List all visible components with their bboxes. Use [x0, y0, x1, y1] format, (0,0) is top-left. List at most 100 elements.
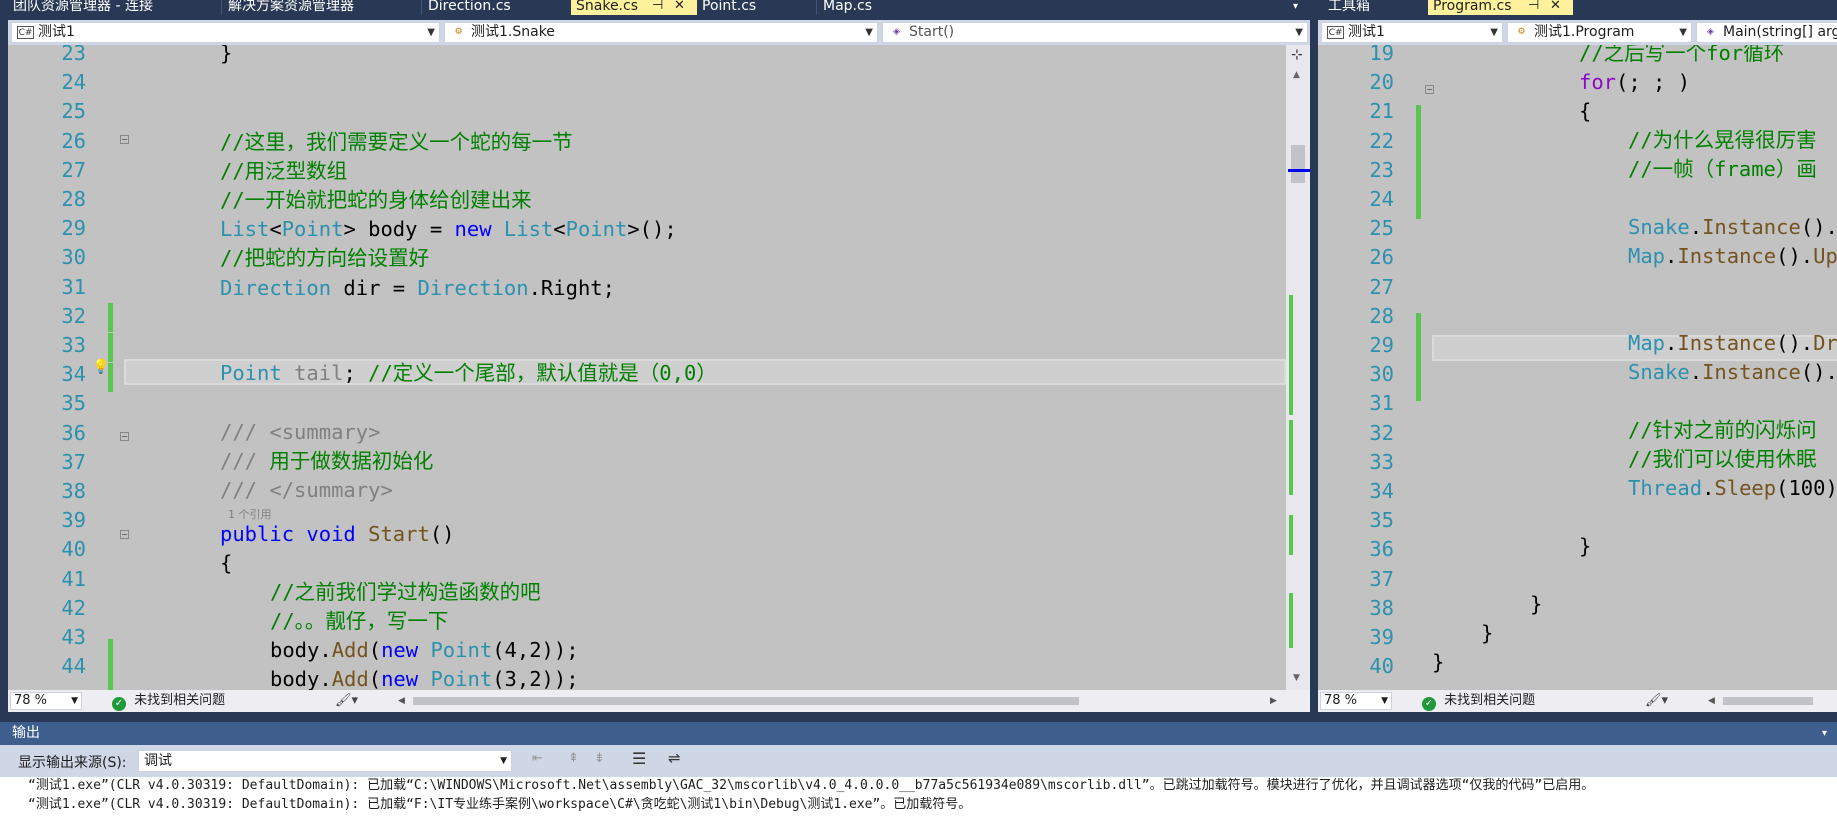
- line-number: 25: [61, 99, 86, 124]
- line-number: 36: [1369, 537, 1394, 562]
- code-line: Snake.Instance().: [1628, 360, 1837, 384]
- issues-text: 未找到相关问题: [134, 693, 226, 708]
- line-number: 22: [1369, 128, 1394, 153]
- member-dropdown[interactable]: ◈ Main(string[] arg: [1696, 22, 1837, 43]
- collapse-icon[interactable]: −: [1425, 85, 1434, 94]
- tab-point-cs[interactable]: Point.cs: [697, 0, 815, 15]
- member-dropdown-value: Start(): [909, 24, 955, 40]
- project-dropdown-value: 测试1: [1348, 24, 1385, 40]
- vertical-scrollbar[interactable]: ⊹ ▲ ▼: [1286, 45, 1310, 690]
- tab-overflow-icon[interactable]: ▾: [1293, 0, 1298, 13]
- pin-icon[interactable]: ⊣: [1528, 0, 1539, 12]
- line-number: 30: [1369, 362, 1394, 387]
- no-issues-indicator[interactable]: ✓ 未找到相关问题: [1422, 690, 1535, 712]
- project-dropdown[interactable]: C# 测试1 ▼: [1321, 22, 1503, 43]
- right-navigation-bar: C# 测试1 ▼ ⚙ 测试1.Program ▼ ◈ Main(string[]…: [1318, 20, 1837, 45]
- code-line: Snake.Instance().: [1628, 215, 1837, 239]
- line-number: 32: [1369, 420, 1394, 445]
- output-text-area[interactable]: “测试1.exe”(CLR v4.0.30319: DefaultDomain)…: [0, 777, 1837, 817]
- horizontal-scroll-left-icon[interactable]: ◀: [398, 690, 405, 712]
- class-icon: ⚙: [454, 27, 463, 37]
- scroll-thumb[interactable]: [1291, 145, 1305, 183]
- right-code-editor[interactable]: 19 20 21 22 23 24 25 26 27 28 29 30 31 32 33 34 35 36 37 38…: [1318, 45, 1837, 690]
- tab-team-explorer[interactable]: 团队资源管理器 - 连接: [8, 0, 218, 15]
- scroll-down-icon[interactable]: ▼: [1293, 673, 1300, 683]
- split-editor-icon[interactable]: ⊹: [1291, 47, 1303, 63]
- code-line: //用泛型数组: [220, 159, 348, 183]
- line-number: 33: [1369, 449, 1394, 474]
- code-line: //针对之前的闪烁问: [1628, 418, 1817, 442]
- tab-map-cs[interactable]: Map.cs: [818, 0, 918, 15]
- brush-icon[interactable]: 🖌▾: [1645, 690, 1668, 712]
- find-message-icon[interactable]: ⇤: [532, 751, 554, 771]
- zoom-value: 78 %: [1324, 693, 1358, 708]
- class-dropdown[interactable]: ⚙ 测试1.Program ▼: [1507, 22, 1692, 43]
- chevron-down-icon: ▼: [1381, 696, 1388, 706]
- code-line: body.Add(new Point(3,2));: [270, 667, 579, 690]
- tab-snake-cs[interactable]: Snake.cs ⊣ ✕: [571, 0, 697, 15]
- line-number: 23: [61, 45, 86, 65]
- code-line: //一开始就把蛇的身体给创建出来: [220, 188, 532, 212]
- code-line: //之后写一个for循环: [1579, 45, 1785, 65]
- right-tab-strip: 工具箱 Program.cs ⊣ ✕: [1318, 0, 1837, 15]
- line-number: 26: [1369, 245, 1394, 270]
- horizontal-scroll-thumb[interactable]: [1723, 697, 1813, 705]
- lightbulb-icon[interactable]: 💡: [92, 359, 109, 375]
- output-source-dropdown[interactable]: 调试 ▼: [138, 750, 512, 772]
- panel-menu-icon[interactable]: ▾: [1822, 722, 1827, 745]
- left-code-editor[interactable]: 23 24 25 26 27 28 29 30 31 32 33 34 35 36 37 38 39 40 41 42…: [8, 45, 1310, 690]
- line-number: 28: [1369, 303, 1394, 328]
- line-number: 39: [61, 508, 86, 533]
- collapse-icon[interactable]: −: [120, 135, 129, 144]
- code-line: //把蛇的方向给设置好: [220, 246, 430, 270]
- output-source-label: 显示输出来源(S):: [18, 755, 127, 771]
- check-circle-icon: ✓: [112, 697, 126, 711]
- previous-message-icon[interactable]: ⇞: [568, 751, 588, 771]
- left-editor-status-bar: 78 % ▼ ✓ 未找到相关问题 🖌▾ ◀ ▶: [8, 690, 1310, 712]
- line-number: 38: [1369, 595, 1394, 620]
- word-wrap-icon[interactable]: ⇌: [668, 749, 690, 771]
- line-number: 44: [61, 654, 86, 679]
- close-icon[interactable]: ✕: [1550, 0, 1561, 12]
- line-number: 41: [61, 566, 86, 591]
- code-line: //我们可以使用休眠: [1628, 447, 1817, 471]
- output-line: “测试1.exe”(CLR v4.0.30319: DefaultDomain)…: [28, 797, 972, 812]
- line-number: 40: [61, 537, 86, 562]
- zoom-dropdown[interactable]: 78 % ▼: [1320, 692, 1392, 710]
- collapse-icon[interactable]: −: [120, 530, 129, 539]
- horizontal-scroll-left-icon[interactable]: ◀: [1708, 690, 1715, 712]
- change-indicator: [108, 333, 113, 362]
- pin-icon[interactable]: ⊣: [652, 0, 663, 12]
- scroll-change-marker: [1289, 593, 1293, 648]
- brush-icon[interactable]: 🖌▾: [335, 690, 358, 712]
- class-dropdown-value: 测试1.Snake: [471, 24, 555, 40]
- code-line: Direction dir = Direction.Right;: [220, 276, 615, 300]
- left-tab-strip: 团队资源管理器 - 连接 解决方案资源管理器 Direction.cs Snak…: [0, 0, 1125, 15]
- change-indicator: [108, 639, 113, 690]
- change-indicator: [108, 303, 113, 332]
- tab-toolbox[interactable]: 工具箱: [1323, 0, 1423, 15]
- tab-program-cs-label: Program.cs: [1433, 0, 1512, 14]
- line-number: 39: [1369, 625, 1394, 649]
- collapse-icon[interactable]: −: [120, 432, 129, 441]
- member-dropdown[interactable]: ◈ Start() ▼: [882, 22, 1308, 43]
- line-number: 24: [1369, 187, 1394, 211]
- clear-all-icon[interactable]: ☰: [632, 749, 654, 771]
- tab-solution-explorer[interactable]: 解决方案资源管理器: [223, 0, 418, 15]
- no-issues-indicator[interactable]: ✓ 未找到相关问题: [112, 690, 225, 712]
- line-number: 33: [61, 333, 86, 357]
- line-number: 28: [61, 187, 86, 211]
- horizontal-scroll-thumb[interactable]: [413, 697, 1079, 705]
- tab-program-cs[interactable]: Program.cs ⊣ ✕: [1428, 0, 1573, 15]
- zoom-dropdown[interactable]: 78 % ▼: [10, 692, 82, 710]
- close-icon[interactable]: ✕: [674, 0, 685, 12]
- horizontal-scroll-right-icon[interactable]: ▶: [1270, 690, 1277, 712]
- scroll-up-icon[interactable]: ▲: [1293, 70, 1300, 80]
- class-dropdown[interactable]: ⚙ 测试1.Snake ▼: [444, 22, 878, 43]
- right-editor-status-bar: 78 % ▼ ✓ 未找到相关问题 🖌▾ ◀: [1318, 690, 1837, 712]
- project-dropdown[interactable]: C# 测试1 ▼: [11, 22, 440, 43]
- next-message-icon[interactable]: ⇟: [594, 751, 614, 771]
- line-number: 35: [1369, 508, 1394, 533]
- tab-direction-cs[interactable]: Direction.cs: [423, 0, 568, 15]
- line-number: 23: [1369, 157, 1394, 182]
